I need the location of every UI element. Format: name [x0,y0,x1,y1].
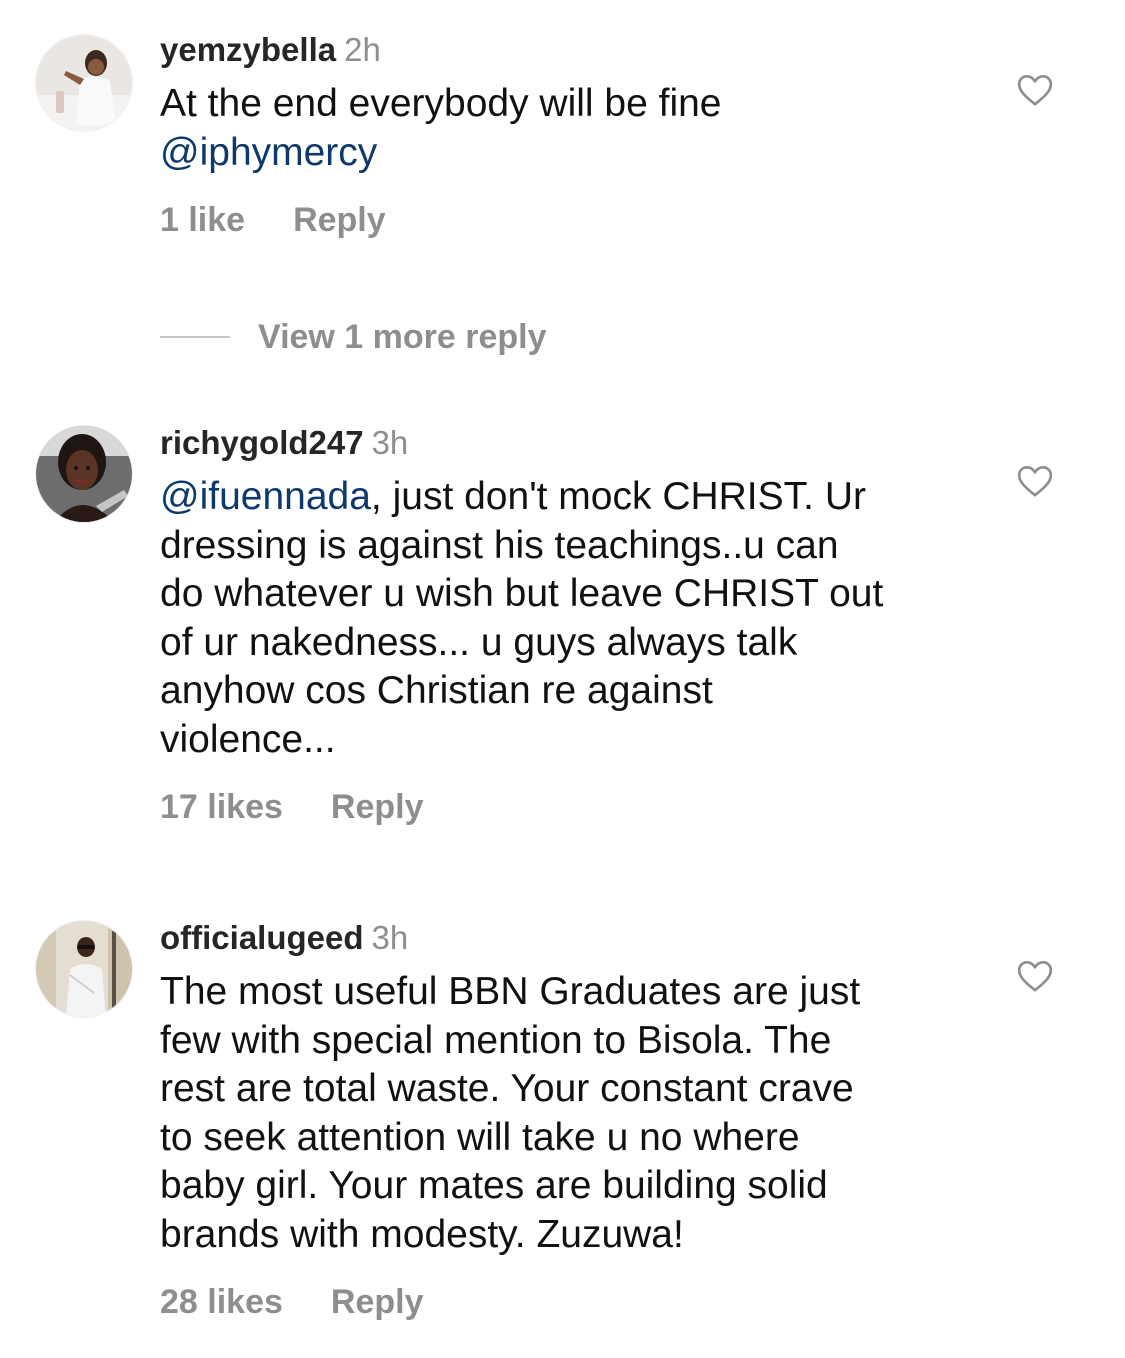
view-more-replies[interactable]: View 1 more reply [160,315,547,359]
comment-text: @ifuennada, just don't mock CHRIST. Ur d… [160,473,960,764]
comment-line: @iphymercy [160,129,960,178]
comment-body: yemzybella 2h At the end everybody will b… [160,30,960,240]
comment-line: brands with modesty. Zuzuwa! [160,1211,960,1260]
comment-line: baby girl. Your mates are building solid [160,1162,960,1211]
comment-actions: 1 like Reply [160,201,960,240]
comment-text-segment: , just don't mock CHRIST. Ur [370,475,866,518]
comment-line: At the end everybody will be fine [160,80,960,129]
heart-outline-icon[interactable] [1015,461,1055,501]
comment-line: rest are total waste. Your constant crav… [160,1065,960,1114]
comment-text: The most useful BBN Graduates are just f… [160,968,960,1259]
view-more-label[interactable]: View 1 more reply [258,318,547,357]
comment-text-segment: violence... [160,717,336,761]
comment-text-segment: baby girl. Your mates are building solid [160,1164,828,1207]
comment-text: At the end everybody will be fine @iphym… [160,80,960,177]
comment-header: yemzybella 2h [160,30,960,70]
heart-outline-icon[interactable] [1015,70,1055,110]
comment-line: to seek attention will take u no where [160,1114,960,1163]
comment-text-segment: few with special mention to Bisola. The [160,1018,832,1062]
comment-line: few with special mention to Bisola. The [160,1017,960,1066]
comment-text-segment: The most useful BBN Graduates are just [160,970,861,1013]
comment-line: The most useful BBN Graduates are just [160,968,960,1017]
comment-text-segment: rest are total waste. Your constant crav… [160,1067,854,1110]
comment-text-segment: to seek attention will take u no where [160,1115,800,1159]
comment-text-segment: anyhow cos Christian re against [160,669,713,712]
comment-header: officialugeed 3h [160,918,960,958]
avatar[interactable] [36,426,132,522]
comment-line: anyhow cos Christian re against [160,667,960,716]
comment-text-segment: do whatever u wish but leave CHRIST out [160,572,884,615]
comment-actions: 28 likes Reply [160,1283,960,1322]
likes-count[interactable]: 28 likes [160,1283,283,1321]
comment-body: richygold247 3h @ifuennada, just don't mo… [160,423,960,827]
comment-line: dressing is against his teachings..u can [160,522,960,571]
likes-count[interactable]: 1 like [160,201,245,239]
reply-button[interactable]: Reply [331,1283,424,1321]
comment-text-segment: At the end everybody will be fine [160,82,722,125]
avatar[interactable] [36,35,132,131]
reply-button[interactable]: Reply [293,201,386,239]
comment-line: @ifuennada, just don't mock CHRIST. Ur [160,473,960,522]
comment-body: officialugeed 3h The most useful BBN Grad… [160,918,960,1322]
comment-line: do whatever u wish but leave CHRIST out [160,570,960,619]
comment-text-segment: brands with modesty. Zuzuwa! [160,1212,684,1256]
avatar[interactable] [36,921,132,1017]
comment-line: of ur nakedness... u guys always talk [160,619,960,668]
comment-text-segment: of ur nakedness... u guys always talk [160,620,798,664]
comment-actions: 17 likes Reply [160,788,960,827]
username[interactable]: officialugeed [160,919,364,956]
heart-outline-icon[interactable] [1015,956,1055,996]
mention-link[interactable]: @ifuennada [160,475,371,518]
timestamp: 2h [344,31,381,68]
comment-line: violence... [160,716,960,765]
likes-count[interactable]: 17 likes [160,788,283,826]
timestamp: 3h [371,919,409,956]
reply-button[interactable]: Reply [331,788,424,826]
username[interactable]: richygold247 [160,424,364,461]
comment-header: richygold247 3h [160,423,960,463]
username[interactable]: yemzybella [160,31,336,68]
comment-text-segment: dressing is against his teachings..u can [160,523,839,567]
divider-line [160,336,230,338]
mention-link[interactable]: @iphymercy [160,131,377,174]
timestamp: 3h [371,424,409,461]
